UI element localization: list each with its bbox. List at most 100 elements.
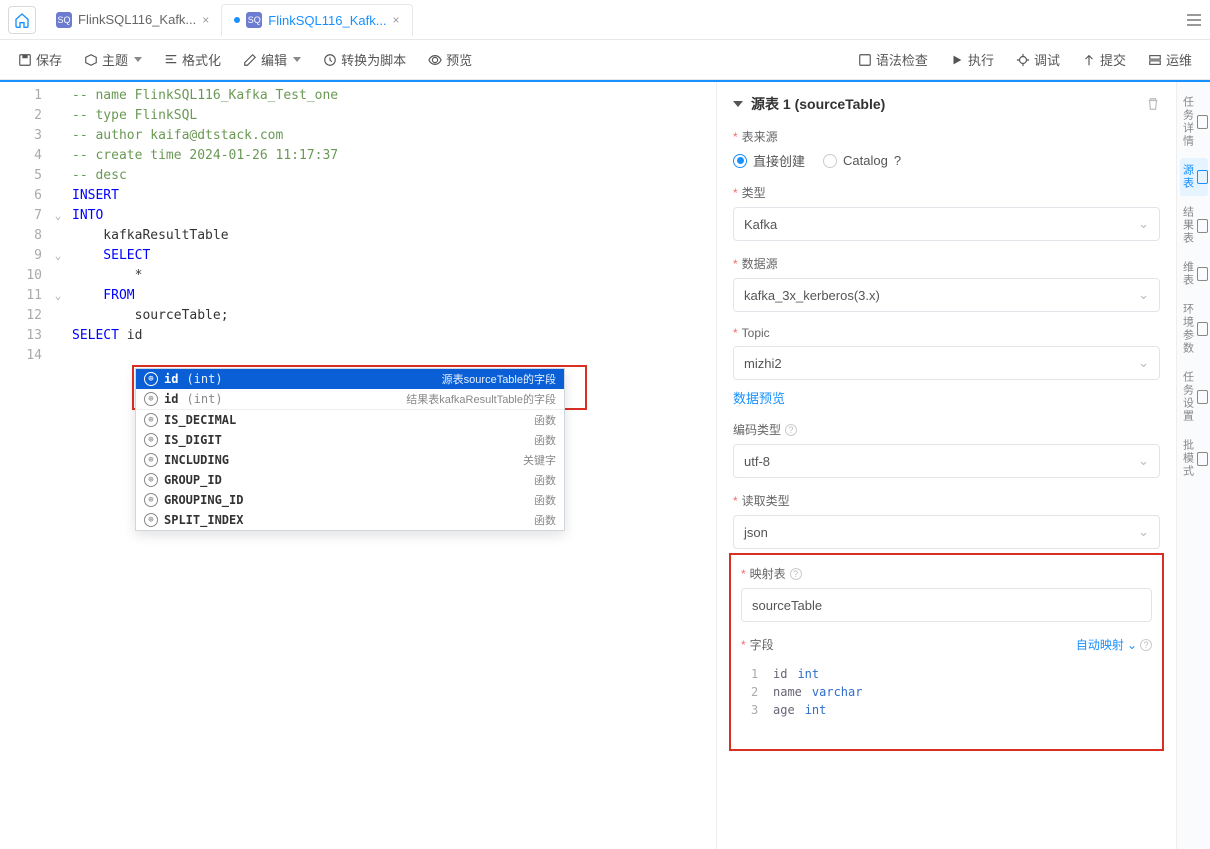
rail-label: 源表: [1180, 164, 1196, 190]
encoding-select[interactable]: utf-8⌄: [733, 444, 1160, 478]
chevron-down-icon: ⌄: [1138, 453, 1149, 469]
suggest-item[interactable]: ⊕GROUPING_ID函数: [136, 490, 564, 510]
rail-label: 任务详情: [1180, 96, 1196, 148]
schema-field-row: 2namevarchar: [751, 683, 1142, 701]
rail-label: 任务设置: [1180, 371, 1196, 423]
read-type-select[interactable]: json⌄: [733, 515, 1160, 549]
ops-label: 运维: [1166, 50, 1192, 69]
preview-button[interactable]: 预览: [420, 46, 480, 74]
schema-highlight-box: *映射表? sourceTable *字段 自动映射 ⌄ ? 1idint2na…: [729, 553, 1164, 751]
suggest-item[interactable]: ⊕IS_DECIMAL函数: [136, 410, 564, 430]
format-button[interactable]: 格式化: [156, 46, 229, 74]
app-menu-icon[interactable]: [1186, 12, 1202, 28]
edit-button[interactable]: 编辑: [235, 46, 309, 74]
radio-direct-create[interactable]: 直接创建: [733, 151, 805, 170]
rail-task-settings[interactable]: 任务设置: [1180, 365, 1208, 429]
chevron-down-icon: ⌄: [1138, 287, 1149, 303]
label-read-type: *读取类型: [733, 492, 1160, 509]
main-area: 1234567891011121314 ⌄⌄⌄ -- name FlinkSQL…: [0, 80, 1210, 849]
close-icon[interactable]: ×: [202, 13, 209, 27]
syntax-check-button[interactable]: 语法检查: [850, 46, 936, 74]
label-type: *类型: [733, 184, 1160, 201]
delete-icon[interactable]: [1146, 97, 1160, 111]
help-icon[interactable]: ?: [785, 424, 797, 436]
data-preview-link[interactable]: 数据预览: [733, 391, 785, 406]
panel-header[interactable]: 源表 1 (sourceTable): [733, 94, 1160, 114]
to-script-button[interactable]: 转换为脚本: [315, 46, 414, 74]
chevron-down-icon: ⌄: [1138, 524, 1149, 540]
rail-dim-table[interactable]: 维表: [1180, 255, 1208, 293]
suggest-item[interactable]: ⊕IS_DIGIT函数: [136, 430, 564, 450]
label-map-table: *映射表?: [741, 565, 1152, 582]
autocomplete-popup[interactable]: ⊕id(int)源表sourceTable的字段⊕id(int)结果表kafka…: [135, 368, 565, 531]
editor-tabs: SQ FlinkSQL116_Kafk... × SQ FlinkSQL116_…: [44, 4, 1186, 36]
chevron-down-icon: ⌄: [1138, 216, 1149, 232]
fold-gutter: ⌄⌄⌄: [50, 82, 66, 849]
rail-result-table[interactable]: 结果表: [1180, 200, 1208, 251]
dirty-dot-icon: [234, 17, 240, 23]
save-button[interactable]: 保存: [10, 46, 70, 74]
suggest-item[interactable]: ⊕GROUP_ID函数: [136, 470, 564, 490]
help-icon[interactable]: ?: [894, 153, 901, 168]
schema-field-row: 1idint: [751, 665, 1142, 683]
rail-source-table[interactable]: 源表: [1180, 158, 1208, 196]
suggest-item[interactable]: ⊕SPLIT_INDEX函数: [136, 510, 564, 530]
syntax-check-label: 语法检查: [876, 50, 928, 69]
suggest-item[interactable]: ⊕INCLUDING关键字: [136, 450, 564, 470]
radio-catalog[interactable]: Catalog?: [823, 153, 901, 168]
panel-icon: [1197, 115, 1208, 129]
tab-inactive[interactable]: SQ FlinkSQL116_Kafk... ×: [44, 4, 221, 36]
suggest-item[interactable]: ⊕id(int)源表sourceTable的字段: [136, 369, 564, 389]
save-label: 保存: [36, 50, 62, 69]
panel-icon: [1197, 219, 1208, 233]
preview-label: 预览: [446, 50, 472, 69]
close-icon[interactable]: ×: [393, 13, 400, 27]
suggestion-icon: ⊕: [144, 473, 158, 487]
home-button[interactable]: [8, 6, 36, 34]
tab-label: FlinkSQL116_Kafk...: [268, 13, 386, 28]
type-select[interactable]: Kafka⌄: [733, 207, 1160, 241]
suggestion-icon: ⊕: [144, 433, 158, 447]
suggestion-icon: ⊕: [144, 493, 158, 507]
tab-type-icon: SQ: [56, 12, 72, 28]
editor-toolbar: 保存 主题 格式化 编辑 转换为脚本 预览 语法检查 执行 调试 提交 运: [0, 40, 1210, 80]
label-source-origin: *表来源: [733, 128, 1160, 145]
submit-button[interactable]: 提交: [1074, 46, 1134, 74]
rail-batch-mode[interactable]: 批模式: [1180, 433, 1208, 484]
suggest-item[interactable]: ⊕id(int)结果表kafkaResultTable的字段: [136, 389, 564, 409]
chevron-down-icon: ⌄: [1138, 355, 1149, 371]
schema-field-list: 1idint2namevarchar3ageint: [741, 659, 1152, 725]
debug-button[interactable]: 调试: [1008, 46, 1068, 74]
rail-label: 环境参数: [1180, 303, 1196, 355]
panel-icon: [1197, 322, 1208, 336]
line-gutter: 1234567891011121314: [0, 82, 50, 849]
rail-label: 批模式: [1180, 439, 1196, 478]
panel-icon: [1197, 390, 1208, 404]
code-editor[interactable]: 1234567891011121314 ⌄⌄⌄ -- name FlinkSQL…: [0, 82, 716, 849]
topic-select[interactable]: mizhi2⌄: [733, 346, 1160, 380]
run-button[interactable]: 执行: [942, 46, 1002, 74]
suggestion-icon: ⊕: [144, 372, 158, 386]
tab-type-icon: SQ: [246, 12, 262, 28]
chevron-down-icon: [733, 101, 743, 107]
suggestion-icon: ⊕: [144, 413, 158, 427]
rail-env-params[interactable]: 环境参数: [1180, 297, 1208, 361]
panel-title: 源表 1 (sourceTable): [751, 94, 885, 114]
map-table-input[interactable]: sourceTable: [741, 588, 1152, 622]
theme-label: 主题: [102, 50, 128, 69]
rail-label: 结果表: [1180, 206, 1196, 245]
rail-task-detail[interactable]: 任务详情: [1180, 90, 1208, 154]
suggestion-icon: ⊕: [144, 513, 158, 527]
label-encoding: 编码类型?: [733, 421, 1160, 438]
theme-button[interactable]: 主题: [76, 46, 150, 74]
tab-active[interactable]: SQ FlinkSQL116_Kafk... ×: [221, 4, 412, 36]
help-icon[interactable]: ?: [790, 568, 802, 580]
datasource-select[interactable]: kafka_3x_kerberos(3.x)⌄: [733, 278, 1160, 312]
label-datasource: *数据源: [733, 255, 1160, 272]
auto-map-button[interactable]: 自动映射 ⌄ ?: [1076, 636, 1152, 653]
suggestion-icon: ⊕: [144, 392, 158, 406]
debug-label: 调试: [1034, 50, 1060, 69]
panel-icon: [1197, 170, 1208, 184]
help-icon[interactable]: ?: [1140, 639, 1152, 651]
ops-button[interactable]: 运维: [1140, 46, 1200, 74]
